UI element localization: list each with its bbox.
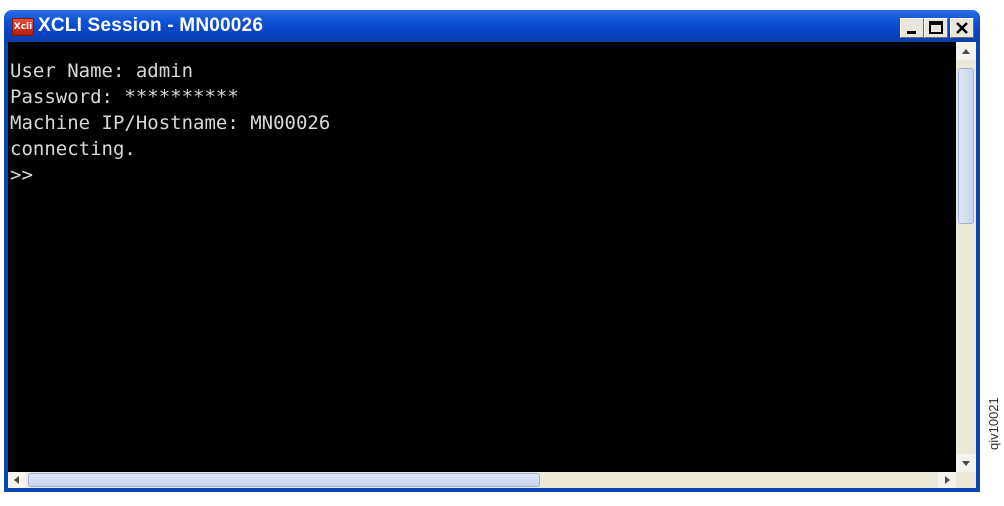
close-button[interactable] xyxy=(950,18,974,38)
arrow-down-icon xyxy=(962,461,970,466)
arrow-right-icon xyxy=(945,476,950,484)
arrow-left-icon xyxy=(14,476,19,484)
vertical-scroll-thumb[interactable] xyxy=(958,68,974,224)
title-bar[interactable]: Xcli XCLI Session - MN00026 xyxy=(4,10,980,42)
minimize-icon xyxy=(907,31,916,34)
terminal-line-password: Password: ********** xyxy=(10,86,239,108)
terminal-line-username: User Name: admin xyxy=(10,60,194,82)
window-title: XCLI Session - MN00026 xyxy=(38,15,264,36)
console-client-area: User Name: admin Password: ********** Ma… xyxy=(8,42,976,488)
horizontal-scrollbar[interactable] xyxy=(8,472,956,488)
arrow-up-icon xyxy=(962,49,970,54)
horizontal-scroll-thumb[interactable] xyxy=(28,473,540,487)
scroll-up-button[interactable] xyxy=(956,42,976,60)
maximize-icon xyxy=(929,21,943,34)
terminal-output[interactable]: User Name: admin Password: ********** Ma… xyxy=(8,42,956,472)
xcli-window: Xcli XCLI Session - MN00026 User Name: a… xyxy=(4,10,980,492)
close-icon xyxy=(956,22,968,34)
scroll-left-button[interactable] xyxy=(8,472,26,488)
scroll-down-button[interactable] xyxy=(956,454,976,472)
xcli-app-icon[interactable]: Xcli xyxy=(12,18,34,36)
figure-id-label: qiv10021 xyxy=(986,397,1001,450)
terminal-prompt[interactable]: >> xyxy=(8,162,956,188)
terminal-line-status: connecting. xyxy=(10,138,136,160)
scroll-right-button[interactable] xyxy=(938,472,956,488)
minimize-button[interactable] xyxy=(900,18,924,38)
vertical-scrollbar[interactable] xyxy=(956,42,976,472)
maximize-button[interactable] xyxy=(924,18,948,38)
resize-grip[interactable] xyxy=(956,472,976,488)
terminal-line-hostname: Machine IP/Hostname: MN00026 xyxy=(10,112,331,134)
